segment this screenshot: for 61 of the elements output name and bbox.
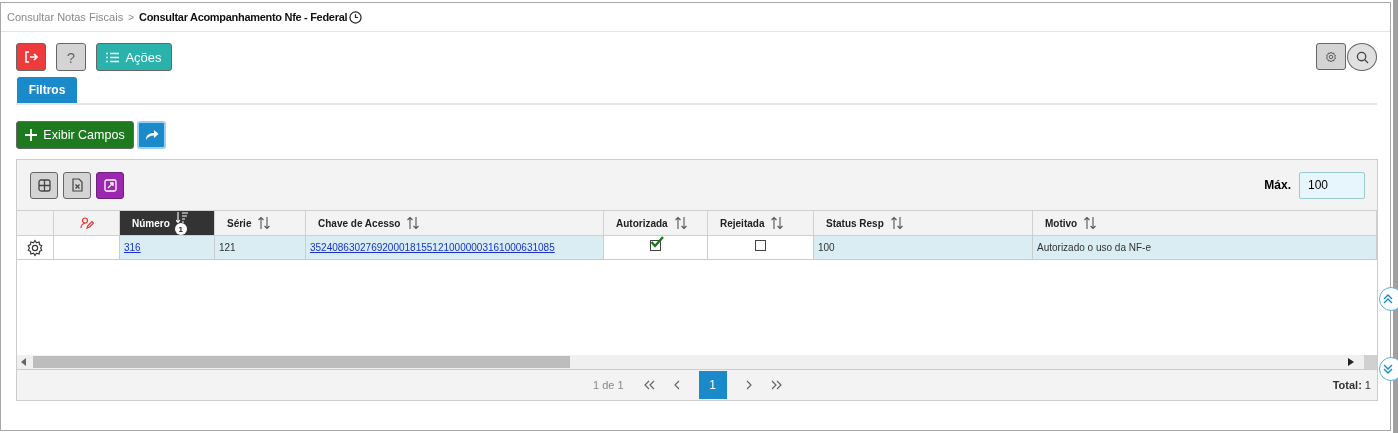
invoice-number-link[interactable]: 316 <box>124 242 141 253</box>
gear-icon <box>1325 50 1337 63</box>
sort-descending-icon[interactable] <box>175 212 188 223</box>
expand-button[interactable] <box>96 171 124 199</box>
share-icon <box>144 129 159 141</box>
plus-icon <box>25 129 38 141</box>
grid-layout-button[interactable] <box>30 171 58 199</box>
search-button[interactable] <box>1347 43 1377 71</box>
previous-page-icon[interactable] <box>673 380 681 390</box>
scroll-down-button[interactable] <box>1379 357 1398 381</box>
breadcrumb-separator: > <box>128 11 134 23</box>
sort-icon[interactable] <box>1083 216 1098 230</box>
excel-file-icon <box>71 178 83 192</box>
page-info: 1 de 1 <box>593 379 624 391</box>
last-page-icon[interactable] <box>769 380 782 390</box>
filters-tab[interactable]: Filtros <box>17 77 77 103</box>
sort-icon[interactable] <box>406 216 421 230</box>
expand-icon <box>103 178 117 192</box>
share-button[interactable] <box>137 121 166 149</box>
search-icon <box>1355 50 1369 64</box>
breadcrumb-item[interactable]: Consultar Notas Fiscais <box>7 11 124 23</box>
max-label: Máx. <box>1264 178 1291 192</box>
column-header[interactable]: Rejeitada <box>708 210 814 236</box>
help-button[interactable]: ? <box>56 43 86 71</box>
excel-export-button[interactable] <box>63 171 91 199</box>
first-page-icon[interactable] <box>643 380 656 390</box>
double-chevron-up-icon <box>1383 294 1393 304</box>
scroll-right-icon[interactable] <box>1348 358 1354 366</box>
exit-icon <box>24 50 38 64</box>
sort-icon[interactable] <box>257 216 272 230</box>
column-header[interactable]: Chave de Acesso <box>306 210 604 236</box>
total-count: Total: 1 <box>1332 379 1371 391</box>
next-page-icon[interactable] <box>744 380 752 390</box>
sort-order-badge: 1 <box>174 223 187 235</box>
grid-icon <box>37 178 51 192</box>
page-button[interactable]: 1 <box>698 371 727 399</box>
double-chevron-down-icon <box>1383 364 1393 374</box>
settings-button[interactable] <box>1316 43 1346 70</box>
scroll-up-button[interactable] <box>1379 287 1398 311</box>
list-icon <box>106 51 120 63</box>
column-header[interactable]: Número 1 <box>120 210 215 236</box>
scrollbar-thumb[interactable] <box>33 356 570 368</box>
column-header[interactable]: Status Resp <box>814 210 1033 236</box>
max-rows-field[interactable]: 100 <box>1299 171 1365 199</box>
column-header[interactable]: Autorizada <box>604 210 708 236</box>
resize-handle[interactable] <box>1364 355 1377 369</box>
breadcrumb-item: Consultar Acompanhamento Nfe - Federal <box>139 11 348 23</box>
sort-icon[interactable] <box>770 216 785 230</box>
table-row[interactable]: 316 121 35240863027692000181551210000003161000631085 100 Autorizado o uso da NF-e <box>17 236 1377 260</box>
scroll-left-icon[interactable] <box>21 358 27 366</box>
show-fields-button[interactable]: Exibir Campos <box>16 121 134 149</box>
access-key-link[interactable]: 35240863027692000181551210000003161000631085 <box>310 242 555 253</box>
exit-button[interactable] <box>16 43 46 71</box>
clock-icon[interactable] <box>349 10 363 24</box>
sort-icon[interactable] <box>889 216 904 230</box>
settings-icon[interactable] <box>26 238 44 257</box>
sort-icon[interactable] <box>673 216 688 230</box>
column-header[interactable]: Motivo <box>1033 210 1377 236</box>
column-header[interactable]: Série <box>215 210 306 236</box>
user-edit-icon <box>80 217 94 229</box>
page-scrollbar[interactable] <box>1393 0 1398 433</box>
